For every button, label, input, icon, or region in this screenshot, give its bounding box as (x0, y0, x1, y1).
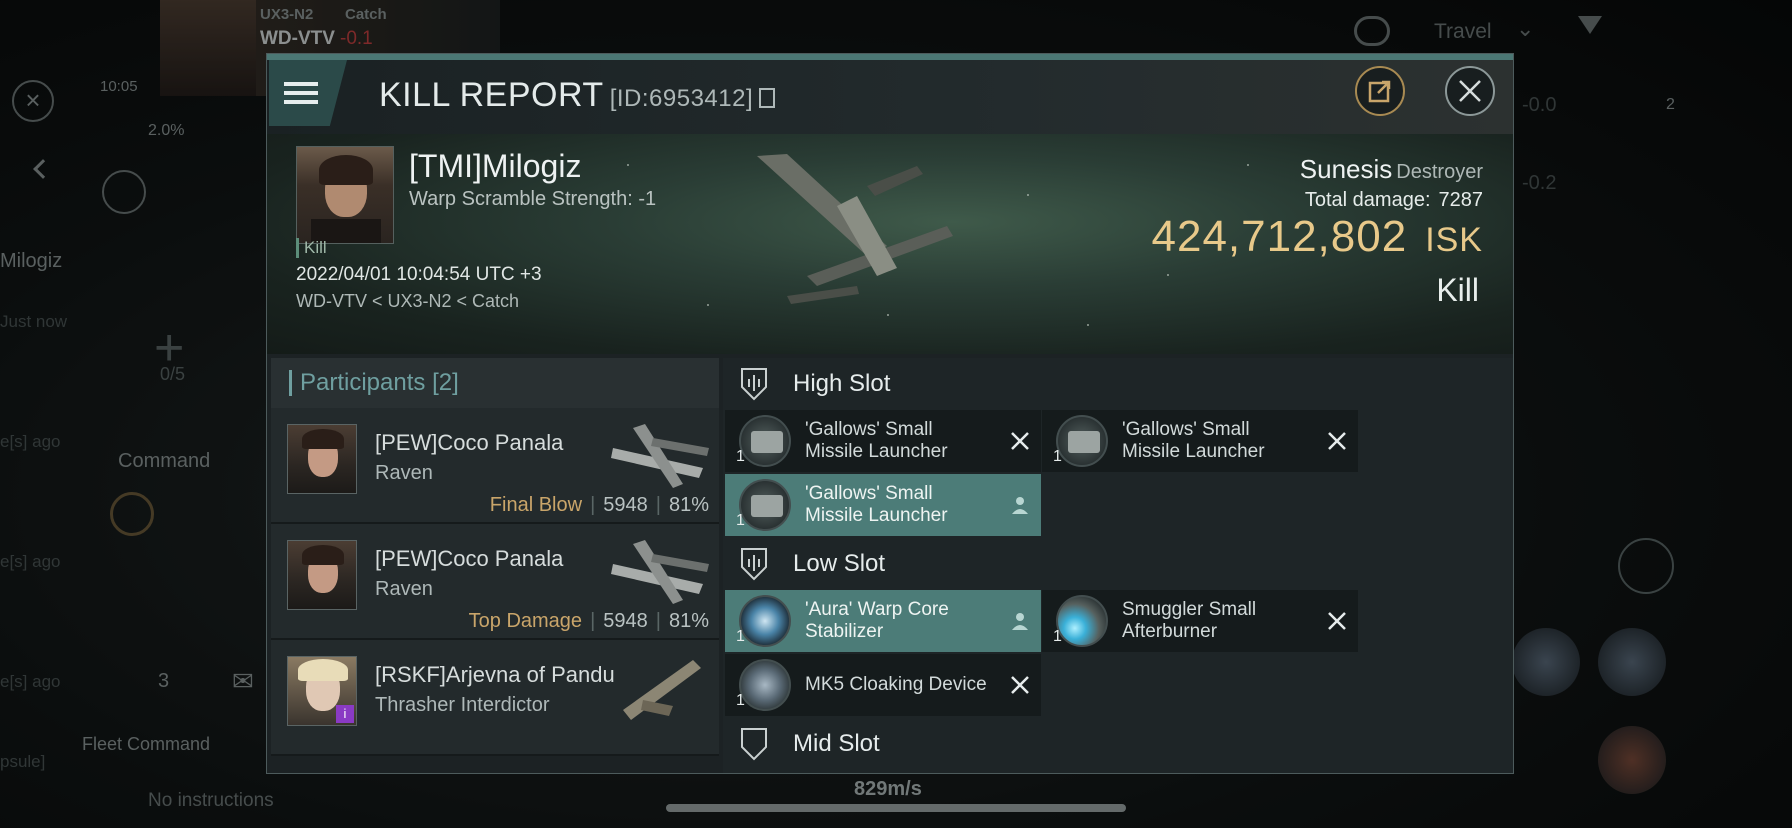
destroyed-icon (1011, 432, 1029, 450)
title-text: KILL REPORT (379, 76, 604, 114)
fitting-panel: High Slot 1 'Gallows' Small Missile Laun… (723, 358, 1513, 773)
mid-slot-title: Mid Slot (793, 730, 880, 757)
copy-icon[interactable] (759, 88, 776, 108)
isk-unit: ISK (1425, 221, 1483, 259)
module-name: 'Gallows' Small Missile Launcher (805, 419, 948, 462)
participant-ship: Raven (375, 462, 433, 484)
module-item[interactable]: 1 MK5 Cloaking Device (725, 654, 1041, 716)
warp-scramble-strength: Warp Scramble Strength: -1 (409, 188, 657, 210)
participants-label: Participants (300, 369, 426, 396)
victim-name[interactable]: [TMI]Milogiz (409, 148, 581, 185)
module-qty: 1 (736, 692, 745, 709)
participant-avatar (287, 424, 357, 494)
low-slot-title: Low Slot (793, 550, 886, 577)
module-item[interactable]: 1 'Gallows' Small Missile Launcher (725, 410, 1041, 472)
participant-avatar: i (287, 656, 357, 726)
thrasher-ship-icon (623, 660, 701, 720)
menu-button[interactable] (269, 60, 347, 126)
dropped-person-icon (1012, 613, 1028, 630)
module-qty: 1 (1053, 448, 1062, 465)
high-slot-items: 1 'Gallows' Small Missile Launcher 1 'Ga… (723, 410, 1513, 536)
isk-value: 424,712,802 (1151, 212, 1408, 261)
share-button[interactable] (1355, 66, 1405, 116)
participant-row[interactable]: i [RSKF]Arjevna of Pandu Thrasher Interd… (271, 640, 719, 756)
mid-slot-icon (741, 728, 767, 761)
module-item[interactable]: 1 'Gallows' Small Missile Launcher (725, 474, 1041, 536)
raven-ship-icon (611, 540, 709, 604)
participant-role: Final Blow (489, 494, 583, 516)
module-name: 'Gallows' Small Missile Launcher (805, 483, 948, 526)
mid-slot-header-partial: Mid Slot (723, 718, 1513, 770)
cloaking-device-icon (739, 659, 791, 711)
dropped-person-icon (1012, 497, 1028, 514)
module-name: MK5 Cloaking Device (805, 674, 987, 695)
participant-percent: 81% (668, 494, 709, 516)
participant-name: [PEW]Coco Panala (375, 546, 564, 571)
hamburger-icon (284, 82, 318, 104)
close-icon (1459, 80, 1481, 102)
high-slot-title: High Slot (793, 370, 891, 397)
destroyed-icon (1328, 612, 1346, 630)
victim-ship-name[interactable]: Sunesis (1300, 154, 1393, 184)
window-title: KILL REPORT [ID:6953412] (379, 76, 776, 115)
participant-name: [PEW]Coco Panala (375, 430, 564, 455)
participant-percent: 81% (668, 610, 709, 632)
kill-datetime: 2022/04/01 10:04:54 UTC +3 (296, 264, 542, 285)
participants-count: [2] (432, 369, 459, 396)
participant-avatar (287, 540, 357, 610)
report-id: [ID:6953412] (609, 85, 754, 112)
victim-banner: [TMI]Milogiz Warp Scramble Strength: -1 … (267, 134, 1513, 354)
total-damage-label: Total damage: (1304, 189, 1431, 211)
victim-portrait[interactable] (296, 146, 394, 244)
participant-role: Top Damage (468, 610, 583, 632)
kill-report-header: KILL REPORT [ID:6953412] (267, 54, 1513, 134)
participant-ship: Raven (375, 578, 433, 600)
participant-row[interactable]: [PEW]Coco Panala Raven Top Damage | 5948 | 8… (271, 524, 719, 640)
participants-header: Participants [2] (271, 358, 719, 408)
module-qty: 1 (1053, 628, 1062, 645)
kill-result: Kill (1436, 272, 1479, 308)
missile-launcher-icon (739, 479, 791, 531)
module-item[interactable]: 1 Smuggler Small Afterburner (1042, 590, 1358, 652)
high-slot-icon (741, 368, 767, 401)
participant-stats: Final Blow | 5948 | 81% (489, 494, 709, 516)
low-slot-items: 1 'Aura' Warp Core Stabilizer 1 Smuggler… (723, 590, 1513, 716)
low-slot-header: Low Slot (723, 538, 1513, 590)
module-name: 'Aura' Warp Core Stabilizer (805, 599, 949, 642)
warp-core-stabilizer-icon (739, 595, 791, 647)
victim-ship-class: Destroyer (1396, 161, 1483, 183)
share-icon (1368, 80, 1391, 103)
participant-damage: 5948 (603, 494, 648, 516)
participant-stats: Top Damage | 5948 | 81% (468, 610, 709, 632)
kill-summary: Sunesis Destroyer Total damage: 7287 424,7… (1152, 154, 1484, 309)
module-item[interactable]: 1 'Aura' Warp Core Stabilizer (725, 590, 1041, 652)
low-slot-icon (741, 548, 767, 581)
raven-ship-icon (611, 424, 709, 488)
participant-row[interactable]: [PEW]Coco Panala Raven Final Blow | 5948 | 8… (271, 408, 719, 524)
close-button[interactable] (1445, 66, 1495, 116)
kill-location[interactable]: WD-VTV < UX3-N2 < Catch (296, 291, 519, 312)
participant-name: [RSKF]Arjevna of Pandu (375, 662, 615, 687)
participant-ship: Thrasher Interdictor (375, 694, 550, 716)
module-item[interactable]: 1 'Gallows' Small Missile Launcher (1042, 410, 1358, 472)
destroyed-icon (1011, 676, 1029, 694)
module-qty: 1 (736, 628, 745, 645)
victim-ship-image[interactable] (747, 146, 987, 306)
module-name: Smuggler Small Afterburner (1122, 599, 1257, 642)
module-name: 'Gallows' Small Missile Launcher (1122, 419, 1265, 462)
missile-launcher-icon (1056, 415, 1108, 467)
participants-panel: Participants [2] [PEW]Coco Panala Raven … (271, 358, 719, 773)
total-damage-value: 7287 (1438, 189, 1484, 211)
kill-report-window: KILL REPORT [ID:6953412] [TMI]Milogiz War… (266, 53, 1514, 774)
module-qty: 1 (736, 448, 745, 465)
high-slot-header: High Slot (723, 358, 1513, 410)
afterburner-icon (1056, 595, 1108, 647)
missile-launcher-icon (739, 415, 791, 467)
participant-damage: 5948 (603, 610, 648, 632)
destroyed-icon (1328, 432, 1346, 450)
module-qty: 1 (736, 512, 745, 529)
kill-tag: Kill (296, 238, 327, 258)
info-icon[interactable]: i (336, 705, 354, 723)
